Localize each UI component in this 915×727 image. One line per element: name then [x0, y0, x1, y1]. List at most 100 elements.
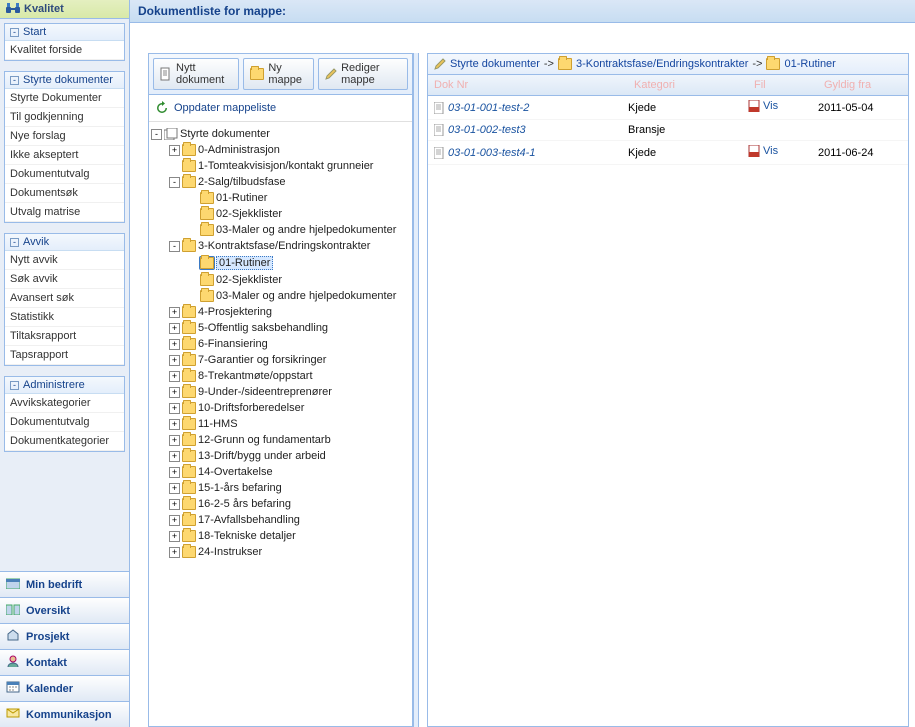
new-document-button[interactable]: Nytt dokument — [153, 58, 239, 90]
edit-folder-button[interactable]: Rediger mappe — [318, 58, 408, 90]
expander-icon[interactable]: + — [169, 339, 180, 350]
panel-header[interactable]: -Styrte dokumenter — [5, 72, 124, 89]
bottom-nav-item[interactable]: Kommunikasjon — [0, 702, 129, 727]
doc-link[interactable]: 03-01-002-test3 — [448, 124, 526, 136]
tree-node[interactable]: 03-Maler og andre hjelpedokumenter — [151, 288, 410, 304]
bottom-nav-item[interactable]: Kontakt — [0, 650, 129, 676]
tree-node[interactable]: 01-Rutiner — [151, 190, 410, 206]
file-link[interactable]: Vis — [748, 100, 778, 112]
tree-node[interactable]: +7-Garantier og forsikringer — [151, 352, 410, 368]
sidebar-link[interactable]: Nye forslag — [5, 127, 124, 146]
expander-icon[interactable]: + — [169, 419, 180, 430]
expander-icon[interactable]: - — [169, 241, 180, 252]
tree-node[interactable]: +24-Instrukser — [151, 544, 410, 560]
sidebar-link[interactable]: Søk avvik — [5, 270, 124, 289]
breadcrumb-mid[interactable]: 3-Kontraktsfase/Endringskontrakter — [576, 58, 748, 70]
expander-icon[interactable]: + — [169, 307, 180, 318]
expander-icon[interactable]: + — [169, 483, 180, 494]
tree-node[interactable]: +14-Overtakelse — [151, 464, 410, 480]
tree-node[interactable]: +4-Prosjektering — [151, 304, 410, 320]
sidebar-link[interactable]: Nytt avvik — [5, 251, 124, 270]
sidebar-link[interactable]: Tiltaksrapport — [5, 327, 124, 346]
sidebar-link[interactable]: Kvalitet forside — [5, 41, 124, 60]
expander-icon[interactable]: + — [169, 515, 180, 526]
tree-node[interactable]: +17-Avfallsbehandling — [151, 512, 410, 528]
tree-node[interactable]: +15-1-års befaring — [151, 480, 410, 496]
expander-icon[interactable]: + — [169, 467, 180, 478]
tree-node[interactable]: +10-Driftsforberedelser — [151, 400, 410, 416]
expander-icon[interactable]: + — [169, 145, 180, 156]
tree-node[interactable]: +8-Trekantmøte/oppstart — [151, 368, 410, 384]
breadcrumb: Styrte dokumenter -> 3-Kontraktsfase/End… — [428, 54, 908, 75]
sidebar-link[interactable]: Til godkjenning — [5, 108, 124, 127]
doc-link[interactable]: 03-01-001-test-2 — [448, 102, 529, 114]
col-doknr[interactable]: Dok Nr — [428, 79, 628, 91]
sidebar-link[interactable]: Dokumentutvalg — [5, 165, 124, 184]
tree-node[interactable]: 02-Sjekklister — [151, 206, 410, 222]
panel-header[interactable]: -Start — [5, 24, 124, 41]
refresh-button[interactable]: Oppdater mappeliste — [149, 95, 412, 122]
bottom-nav-item[interactable]: Min bedrift — [0, 572, 129, 598]
expander-icon[interactable]: + — [169, 531, 180, 542]
sidebar-link[interactable]: Avvikskategorier — [5, 394, 124, 413]
expander-icon[interactable]: - — [169, 177, 180, 188]
cell-date: 2011-06-24 — [818, 147, 908, 159]
expander-icon[interactable]: + — [169, 547, 180, 558]
tree-node[interactable]: +16-2-5 års befaring — [151, 496, 410, 512]
expander-icon[interactable]: + — [169, 323, 180, 334]
tree-node[interactable]: +18-Tekniske detaljer — [151, 528, 410, 544]
col-kategori[interactable]: Kategori — [628, 79, 748, 91]
tree-node[interactable]: -2-Salg/tilbudsfase — [151, 174, 410, 190]
expander-icon[interactable]: + — [169, 403, 180, 414]
tree-node[interactable]: 03-Maler og andre hjelpedokumenter — [151, 222, 410, 238]
expander-icon[interactable]: + — [169, 371, 180, 382]
tree-node[interactable]: +13-Drift/bygg under arbeid — [151, 448, 410, 464]
doc-link[interactable]: 03-01-003-test4-1 — [448, 147, 535, 159]
tree-node[interactable]: +9-Under-/sideentreprenører — [151, 384, 410, 400]
expander-icon[interactable]: + — [169, 451, 180, 462]
side-panel: -Styrte dokumenterStyrte DokumenterTil g… — [4, 71, 125, 223]
col-gyldigfra[interactable]: Gyldig fra — [818, 79, 908, 91]
sidebar: Kvalitet -StartKvalitet forside-Styrte d… — [0, 0, 130, 727]
tree-node[interactable]: +12-Grunn og fundamentarb — [151, 432, 410, 448]
sidebar-link[interactable]: Utvalg matrise — [5, 203, 124, 222]
sidebar-link[interactable]: Dokumentkategorier — [5, 432, 124, 451]
breadcrumb-root[interactable]: Styrte dokumenter — [450, 58, 540, 70]
folder-tree: -Styrte dokumenter+0-Administrasjon1-Tom… — [149, 122, 412, 726]
bottom-nav-item[interactable]: Oversikt — [0, 598, 129, 624]
tree-node[interactable]: 1-Tomteakvisisjon/kontakt grunneier — [151, 158, 410, 174]
expander-icon[interactable]: - — [151, 129, 162, 140]
new-folder-button[interactable]: Ny mappe — [243, 58, 314, 90]
sidebar-link[interactable]: Ikke akseptert — [5, 146, 124, 165]
panel-header[interactable]: -Avvik — [5, 234, 124, 251]
tree-node[interactable]: +0-Administrasjon — [151, 142, 410, 158]
expander-icon[interactable]: + — [169, 355, 180, 366]
sidebar-link[interactable]: Dokumentutvalg — [5, 413, 124, 432]
tree-node[interactable]: -3-Kontraktsfase/Endringskontrakter — [151, 238, 410, 254]
tree-root[interactable]: -Styrte dokumenter — [151, 126, 410, 142]
splitter[interactable] — [413, 53, 419, 727]
tree-node[interactable]: +6-Finansiering — [151, 336, 410, 352]
sidebar-link[interactable]: Tapsrapport — [5, 346, 124, 365]
folder-icon — [182, 402, 196, 414]
breadcrumb-leaf[interactable]: 01-Rutiner — [784, 58, 835, 70]
tree-node[interactable]: 01-Rutiner — [151, 254, 410, 272]
folder-icon — [182, 322, 196, 334]
file-link[interactable]: Vis — [748, 145, 778, 157]
expander-icon[interactable]: + — [169, 499, 180, 510]
sidebar-link[interactable]: Statistikk — [5, 308, 124, 327]
tree-node[interactable]: 02-Sjekklister — [151, 272, 410, 288]
panel-header[interactable]: -Administrere — [5, 377, 124, 394]
sidebar-link[interactable]: Dokumentsøk — [5, 184, 124, 203]
sidebar-link[interactable]: Styrte Dokumenter — [5, 89, 124, 108]
col-fil[interactable]: Fil — [748, 79, 818, 91]
expander-icon[interactable]: + — [169, 435, 180, 446]
tree-node[interactable]: +5-Offentlig saksbehandling — [151, 320, 410, 336]
tree-node[interactable]: +11-HMS — [151, 416, 410, 432]
bottom-nav: Min bedriftOversiktProsjektKontaktKalend… — [0, 571, 129, 727]
bottom-nav-item[interactable]: Prosjekt — [0, 624, 129, 650]
expander-icon[interactable]: + — [169, 387, 180, 398]
folder-icon — [182, 450, 196, 462]
sidebar-link[interactable]: Avansert søk — [5, 289, 124, 308]
bottom-nav-item[interactable]: Kalender — [0, 676, 129, 702]
